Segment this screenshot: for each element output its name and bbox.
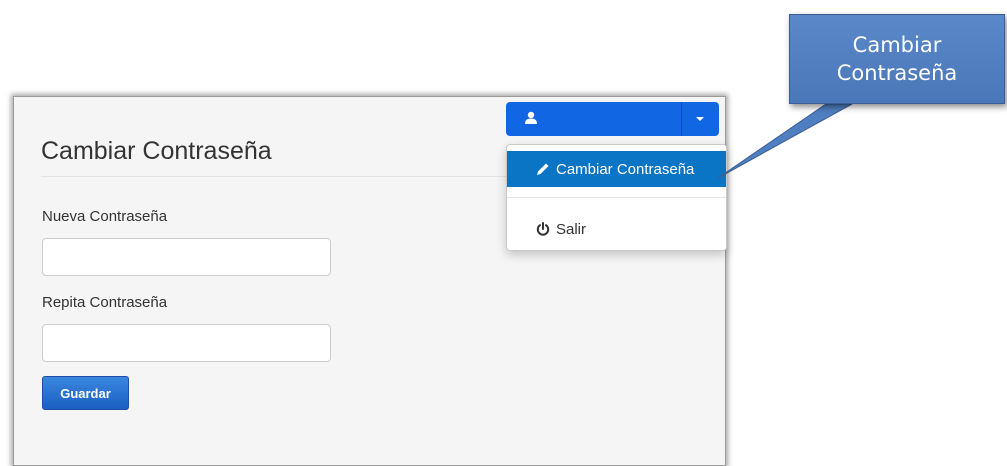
callout-line-1: Cambiar <box>852 33 942 57</box>
caret-down-icon <box>696 117 704 121</box>
pencil-icon <box>537 163 549 175</box>
new-password-label: Nueva Contraseña <box>42 208 168 225</box>
menu-item-logout[interactable]: Salir <box>507 211 726 247</box>
page-title: Cambiar Contraseña <box>41 137 272 165</box>
title-divider <box>41 176 521 177</box>
callout-box: Cambiar Contraseña <box>789 14 1005 104</box>
user-dropdown-menu: Cambiar Contraseña Salir <box>506 144 727 251</box>
menu-item-change-password[interactable]: Cambiar Contraseña <box>507 151 726 187</box>
change-password-panel: Cambiar Contraseña Nueva Contraseña Repi… <box>13 96 727 466</box>
repeat-password-input[interactable] <box>42 324 331 362</box>
user-icon <box>525 111 537 124</box>
repeat-password-label: Repita Contraseña <box>42 294 168 311</box>
user-dropdown-main[interactable] <box>506 102 682 136</box>
callout-line-2: Contraseña <box>836 61 958 85</box>
user-dropdown-button[interactable] <box>506 102 719 136</box>
menu-divider <box>507 197 726 198</box>
dropdown-toggle[interactable] <box>682 102 719 136</box>
power-icon <box>536 222 550 236</box>
menu-item-label: Cambiar Contraseña <box>556 160 695 178</box>
menu-item-label: Salir <box>556 220 587 238</box>
save-button[interactable]: Guardar <box>42 376 129 410</box>
new-password-input[interactable] <box>42 238 331 276</box>
